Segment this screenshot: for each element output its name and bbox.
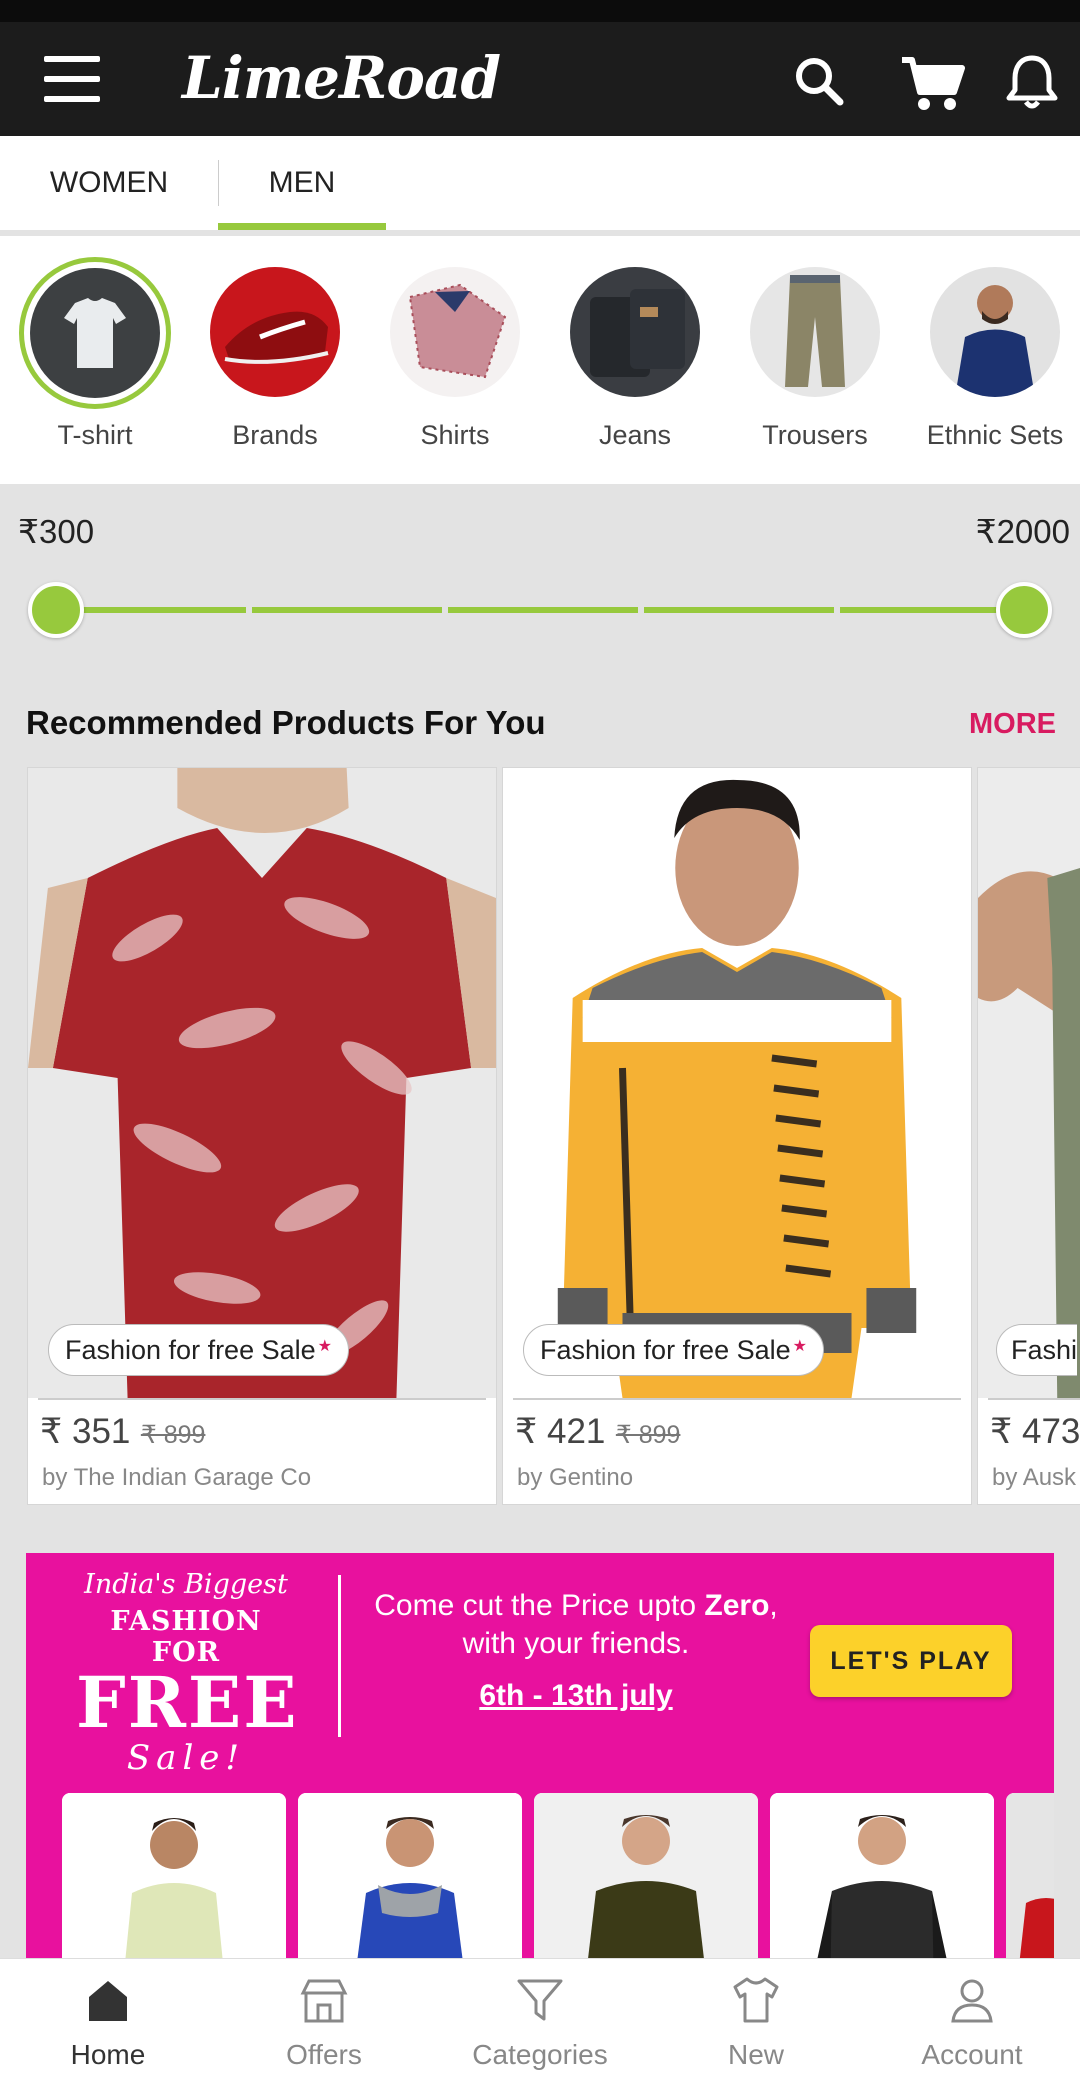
category-image-shirts [390, 267, 520, 397]
price-max-label: ₹2000 [975, 513, 1070, 550]
tab-women[interactable]: WOMEN [0, 136, 218, 230]
divider [988, 1398, 1080, 1400]
nav-label: New [727, 2039, 784, 2070]
sale-banner[interactable]: India's Biggest FASHION FOR FREE Sale! C… [26, 1553, 1054, 1960]
banner-product-card[interactable] [770, 1793, 994, 1960]
star-icon: ★ [792, 1338, 807, 1355]
sale-tag: Fashion for free Sale ★ [523, 1324, 824, 1376]
product-brand: by Ausk [992, 1464, 1077, 1491]
gender-tabs: WOMEN MEN [0, 136, 1080, 230]
product-brand: by The Indian Garage Co [42, 1464, 312, 1491]
price-slider-track[interactable] [56, 607, 1024, 613]
divider [513, 1398, 961, 1400]
price-line: ₹ 473 [990, 1412, 1080, 1452]
price-line: ₹ 351 ₹ 899 [40, 1412, 205, 1452]
search-icon[interactable] [790, 52, 850, 112]
nav-home[interactable]: Home [0, 1959, 216, 2085]
banner-dates: 6th - 13th july [479, 1679, 673, 1712]
cart-icon[interactable] [900, 52, 966, 112]
category-row: T-shirt Brands Shirts Jeans Trousers Eth… [0, 236, 1080, 484]
offers-icon [299, 1975, 349, 2025]
product-price: ₹ 473 [990, 1412, 1080, 1451]
category-tshirt[interactable]: T-shirt [5, 236, 175, 484]
lets-play-button[interactable]: LET'S PLAY [810, 1625, 1012, 1697]
product-mrp: ₹ 899 [615, 1421, 681, 1449]
home-icon [83, 1975, 133, 2025]
product-price: ₹ 351 [40, 1412, 131, 1451]
nav-categories[interactable]: Categories [432, 1959, 648, 2085]
bottom-nav: Home Offers Categories New Account [0, 1958, 1080, 2085]
nav-label: Categories [472, 2039, 608, 2070]
product-image [28, 768, 496, 1398]
product-card[interactable]: Fashi ₹ 473 by Ausk [977, 767, 1080, 1505]
banner-divider [338, 1575, 341, 1737]
product-image [978, 768, 1080, 1398]
star-icon: ★ [317, 1338, 332, 1355]
product-card[interactable]: Fashion for free Sale ★ ₹ 421 ₹ 899 by Ge… [502, 767, 972, 1505]
category-image-ethnic-sets [930, 267, 1060, 397]
section-title: Recommended Products For You [26, 704, 546, 741]
nav-label: Offers [286, 2039, 362, 2070]
banner-text: Come cut the Price upto Zero, with your … [356, 1587, 796, 1715]
nav-account[interactable]: Account [864, 1959, 1080, 2085]
banner-product-card[interactable] [534, 1793, 758, 1960]
price-slider-max-handle[interactable] [996, 582, 1052, 638]
app-logo[interactable]: LimeRoad [182, 44, 501, 112]
category-label: Jeans [598, 420, 672, 450]
category-trousers[interactable]: Trousers [725, 236, 895, 484]
category-jeans[interactable]: Jeans [545, 236, 715, 484]
category-label: Brands [232, 420, 318, 450]
category-label: Trousers [762, 420, 868, 450]
tab-men[interactable]: MEN [218, 136, 386, 230]
category-label: Shirts [420, 420, 490, 450]
status-bar [0, 0, 1080, 22]
bell-icon[interactable] [1004, 52, 1060, 112]
nav-label: Home [70, 2039, 146, 2070]
product-image [503, 768, 971, 1398]
sale-tag: Fashion for free Sale ★ [48, 1324, 349, 1376]
category-ethnic-sets[interactable]: Ethnic Sets [905, 236, 1075, 484]
category-image-brands [210, 267, 340, 397]
user-icon [947, 1975, 997, 2025]
nav-offers[interactable]: Offers [216, 1959, 432, 2085]
banner-product-card[interactable] [62, 1793, 286, 1960]
category-image-jeans [570, 267, 700, 397]
category-brands[interactable]: Brands [185, 236, 355, 484]
tshirt-icon [731, 1975, 781, 2025]
banner-product-card[interactable] [298, 1793, 522, 1960]
more-link[interactable]: MORE [969, 708, 1056, 741]
category-label: T-shirt [57, 420, 133, 450]
category-label: Ethnic Sets [926, 420, 1064, 450]
category-image-trousers [750, 267, 880, 397]
divider [38, 1398, 486, 1400]
price-slider-min-handle[interactable] [28, 582, 84, 638]
product-card[interactable]: Fashion for free Sale ★ ₹ 351 ₹ 899 by Th… [27, 767, 497, 1505]
banner-headline: India's Biggest FASHION FOR FREE Sale! [76, 1569, 299, 1778]
menu-icon[interactable] [44, 56, 100, 102]
sale-tag: Fashi [996, 1324, 1078, 1376]
price-min-label: ₹300 [18, 513, 95, 550]
category-shirts[interactable]: Shirts [365, 236, 535, 484]
price-line: ₹ 421 ₹ 899 [515, 1412, 680, 1452]
product-mrp: ₹ 899 [140, 1421, 206, 1449]
nav-label: Account [921, 2039, 1023, 2070]
category-image-tshirt [19, 257, 171, 409]
nav-new[interactable]: New [648, 1959, 864, 2085]
banner-product-card[interactable] [1006, 1793, 1054, 1960]
product-brand: by Gentino [517, 1464, 634, 1491]
product-price: ₹ 421 [515, 1412, 606, 1451]
filter-icon [515, 1975, 565, 2025]
app-header: LimeRoad [0, 22, 1080, 136]
